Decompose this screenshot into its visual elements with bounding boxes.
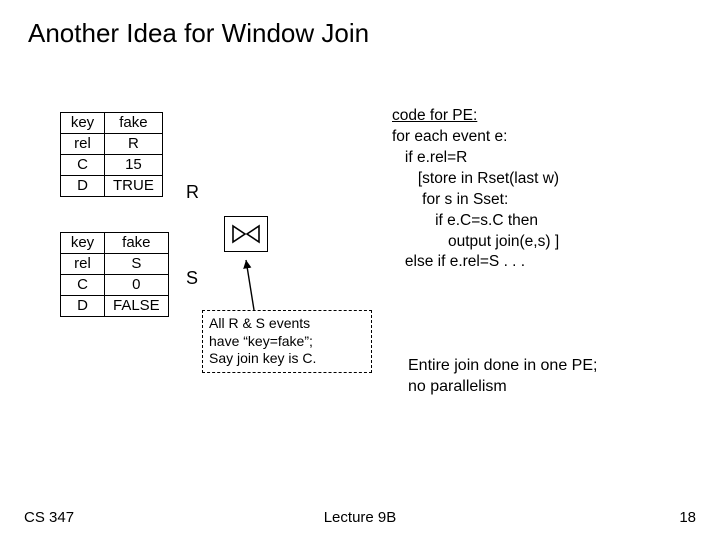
cell: R [105, 134, 163, 155]
note-line: Say join key is C. [209, 350, 316, 366]
cell: rel [61, 254, 105, 275]
cell: FALSE [105, 296, 169, 317]
slide-number: 18 [679, 509, 696, 526]
note-line: have “key=fake”; [209, 333, 313, 349]
cell: S [105, 254, 169, 275]
cell: fake [105, 233, 169, 254]
code-line: code for PE: [392, 107, 477, 124]
cell: C [61, 155, 105, 176]
join-operator-box [224, 216, 268, 252]
table-row: DTRUE [61, 176, 163, 197]
join-input-r-label: R [186, 182, 199, 203]
note-line: All R & S events [209, 315, 310, 331]
cell: fake [105, 113, 163, 134]
table-row: relS [61, 254, 169, 275]
table-row: DFALSE [61, 296, 169, 317]
code-line: [store in Rset(last w) [392, 170, 559, 187]
cell: 0 [105, 275, 169, 296]
cell: C [61, 275, 105, 296]
comment-text: Entire join done in one PE; no paralleli… [408, 356, 597, 398]
comment-line: Entire join done in one PE; [408, 357, 597, 374]
footer-center: Lecture 9B [0, 509, 720, 526]
arrow-icon [236, 256, 266, 314]
join-icon [231, 224, 261, 244]
slide-title: Another Idea for Window Join [28, 18, 369, 49]
cell: D [61, 176, 105, 197]
table-row: keyfake [61, 233, 169, 254]
cell: 15 [105, 155, 163, 176]
code-line: if e.rel=R [392, 149, 467, 166]
code-line: if e.C=s.C then [392, 212, 538, 229]
table-row: keyfake [61, 113, 163, 134]
table-row: relR [61, 134, 163, 155]
comment-line: no parallelism [408, 378, 507, 395]
cell: D [61, 296, 105, 317]
join-input-s-label: S [186, 268, 198, 289]
code-line: output join(e,s) ] [392, 233, 559, 250]
code-line: for each event e: [392, 128, 507, 145]
note-box: All R & S events have “key=fake”; Say jo… [202, 310, 372, 373]
code-line: for s in Sset: [392, 191, 508, 208]
cell: key [61, 233, 105, 254]
pseudocode: code for PE: for each event e: if e.rel=… [392, 106, 559, 273]
table-row: C15 [61, 155, 163, 176]
cell: key [61, 113, 105, 134]
table-r: keyfake relR C15 DTRUE [60, 112, 163, 197]
cell: rel [61, 134, 105, 155]
table-row: C0 [61, 275, 169, 296]
code-line: else if e.rel=S . . . [392, 253, 525, 270]
cell: TRUE [105, 176, 163, 197]
table-s: keyfake relS C0 DFALSE [60, 232, 169, 317]
